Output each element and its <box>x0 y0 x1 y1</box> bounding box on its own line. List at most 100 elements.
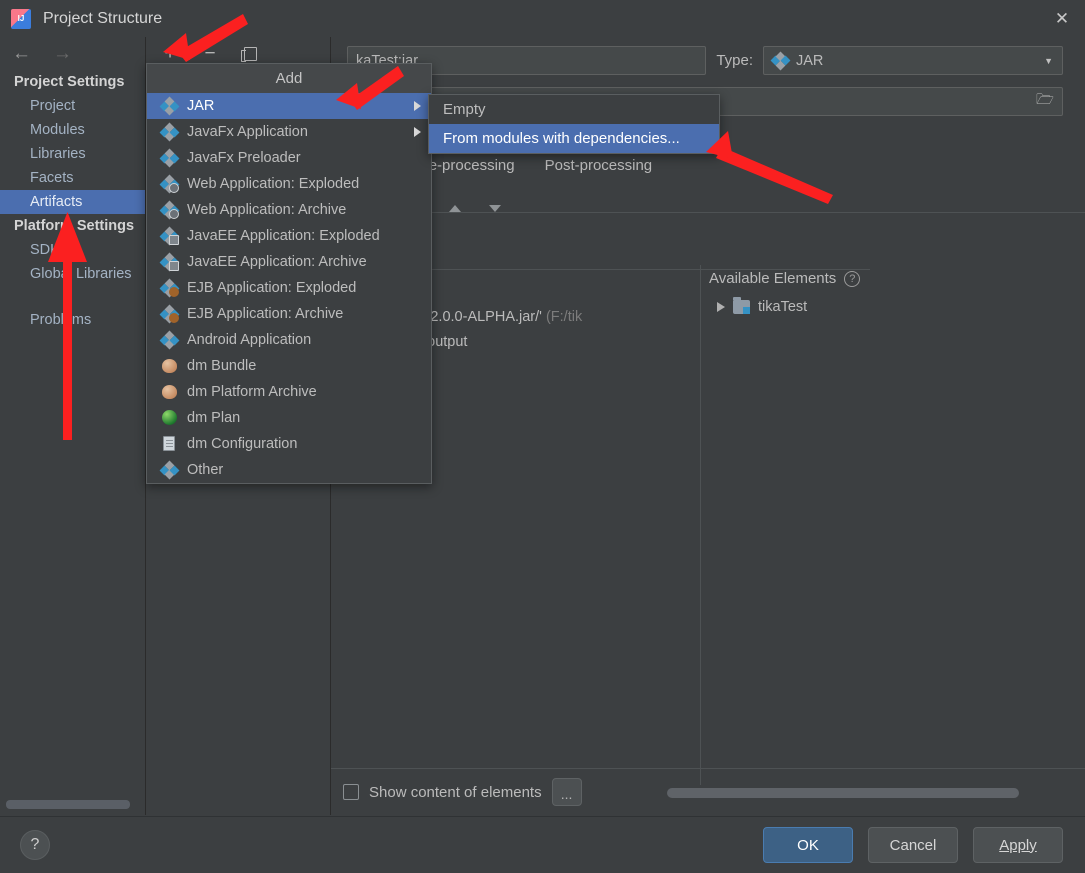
sidebar-group-platform-settings: Platform Settings <box>14 218 135 234</box>
close-icon[interactable]: ✕ <box>1039 0 1085 37</box>
move-up-button[interactable] <box>442 196 468 220</box>
intellij-idea-icon <box>11 8 31 29</box>
menu-item-label: Other <box>187 462 224 478</box>
apply-button[interactable]: Apply <box>973 827 1063 863</box>
menu-item-web-application-archive[interactable]: Web Application: Archive <box>147 197 431 223</box>
bean-icon <box>161 358 178 374</box>
add-artifact-menu: Add JAR JavaFx Application JavaFx Preloa… <box>146 63 432 484</box>
cancel-button[interactable]: Cancel <box>868 827 958 863</box>
jar-icon <box>159 460 180 480</box>
show-content-checkbox[interactable] <box>343 784 359 800</box>
chevron-right-icon[interactable] <box>717 302 725 312</box>
move-up-icon <box>449 204 461 212</box>
sidebar-item-sdks[interactable]: SDKs <box>0 238 145 262</box>
folder-browse-icon[interactable]: 🗁 <box>1036 89 1054 114</box>
menu-item-label: Web Application: Archive <box>187 202 347 218</box>
remove-artifact-button[interactable]: − <box>200 44 220 64</box>
artifact-type-select[interactable]: JAR ▼ <box>763 46 1063 75</box>
move-down-button[interactable] <box>482 196 508 220</box>
bean-icon <box>161 384 178 400</box>
menu-item-ejb-application-archive[interactable]: EJB Application: Archive <box>147 301 431 327</box>
submenu-item-empty[interactable]: Empty <box>429 95 719 124</box>
window-title: Project Structure <box>43 9 163 27</box>
menu-item-label: JavaEE Application: Exploded <box>187 228 380 244</box>
available-elements-label: Available Elements <box>709 270 837 287</box>
tree-row-path: (F:/tik <box>545 309 583 325</box>
add-menu-title: Add <box>147 64 431 93</box>
module-folder-icon <box>733 297 750 314</box>
javaee-icon <box>159 252 180 272</box>
sidebar-item-project[interactable]: Project <box>0 94 145 118</box>
jar-icon <box>770 51 791 70</box>
menu-item-label: dm Platform Archive <box>187 384 317 400</box>
menu-item-javafx-preloader[interactable]: JavaFx Preloader <box>147 145 431 171</box>
menu-item-dm-plan[interactable]: dm Plan <box>147 405 431 431</box>
show-content-row: Show content of elements ... <box>331 768 1085 815</box>
help-button[interactable]: ? <box>20 830 50 860</box>
menu-item-ejb-application-exploded[interactable]: EJB Application: Exploded <box>147 275 431 301</box>
jar-icon <box>159 96 180 116</box>
menu-item-label: Android Application <box>187 332 312 348</box>
sidebar-item-modules[interactable]: Modules <box>0 118 145 142</box>
menu-item-label: dm Bundle <box>187 358 257 374</box>
detail-tabs: ayout Pre-processing Post-processing <box>347 157 1085 185</box>
back-icon[interactable]: ← <box>12 44 31 63</box>
dialog-footer: ? OK Cancel Apply <box>0 816 1085 873</box>
sidebar-item-problems[interactable]: Problems <box>0 308 145 332</box>
menu-item-label: EJB Application: Exploded <box>187 280 357 296</box>
menu-item-label: JavaFx Preloader <box>187 150 301 166</box>
menu-item-jar[interactable]: JAR <box>147 93 431 119</box>
forward-icon[interactable]: → <box>53 44 72 63</box>
navigation-arrows: ← → <box>0 37 145 70</box>
web-icon <box>159 174 180 194</box>
jar-submenu: Empty From modules with dependencies... <box>428 94 720 154</box>
copy-icon <box>240 46 257 62</box>
copy-artifact-button[interactable] <box>240 44 260 64</box>
menu-item-javafx-application[interactable]: JavaFx Application <box>147 119 431 145</box>
available-element-node[interactable]: tikaTest <box>717 297 808 315</box>
ejb-icon <box>159 278 180 298</box>
menu-item-label: dm Configuration <box>187 436 298 452</box>
title-bar: Project Structure ✕ <box>0 0 1085 37</box>
chevron-down-icon: ▼ <box>1044 55 1053 66</box>
layout-toolbar: − ↓az <box>347 195 1085 221</box>
available-elements-divider <box>700 265 701 785</box>
menu-item-javaee-application-exploded[interactable]: JavaEE Application: Exploded <box>147 223 431 249</box>
settings-sidebar: ← → Project Settings Project Modules Lib… <box>0 37 146 815</box>
menu-item-label: Web Application: Exploded <box>187 176 360 192</box>
menu-item-dm-configuration[interactable]: dm Configuration <box>147 431 431 457</box>
menu-item-dm-bundle[interactable]: dm Bundle <box>147 353 431 379</box>
web-icon <box>159 200 180 220</box>
tab-post-processing[interactable]: Post-processing <box>545 157 653 185</box>
ok-button[interactable]: OK <box>763 827 853 863</box>
add-artifact-button[interactable]: + <box>160 44 180 64</box>
ejb-icon <box>159 304 180 324</box>
move-down-icon <box>489 204 501 212</box>
sidebar-item-artifacts[interactable]: Artifacts <box>0 190 145 214</box>
sidebar-horizontal-scrollbar[interactable] <box>6 800 130 809</box>
jar-icon <box>159 330 180 350</box>
menu-item-dm-platform-archive[interactable]: dm Platform Archive <box>147 379 431 405</box>
show-content-options-button[interactable]: ... <box>551 778 582 806</box>
available-elements-header: Available Elements ? <box>709 270 861 287</box>
help-icon[interactable]: ? <box>844 270 861 287</box>
apply-button-label: Apply <box>999 836 1037 854</box>
menu-item-javaee-application-archive[interactable]: JavaEE Application: Archive <box>147 249 431 275</box>
menu-item-label: JAR <box>187 98 215 114</box>
sidebar-item-facets[interactable]: Facets <box>0 166 145 190</box>
javaee-icon <box>159 226 180 246</box>
menu-item-label: JavaFx Application <box>187 124 308 140</box>
sidebar-item-global-libraries[interactable]: Global Libraries <box>0 262 145 286</box>
footer-buttons: OK Cancel Apply <box>763 827 1063 863</box>
sidebar-item-libraries[interactable]: Libraries <box>0 142 145 166</box>
submenu-item-from-modules-with-dependencies[interactable]: From modules with dependencies... <box>429 124 719 153</box>
artifact-name-row: kaTest:jar Type: JAR ▼ <box>347 44 1063 77</box>
globe-icon <box>161 410 178 426</box>
menu-item-other[interactable]: Other <box>147 457 431 483</box>
menu-item-web-application-exploded[interactable]: Web Application: Exploded <box>147 171 431 197</box>
menu-item-android-application[interactable]: Android Application <box>147 327 431 353</box>
sidebar-group-project-settings: Project Settings <box>14 74 125 90</box>
available-element-label: tikaTest <box>758 299 808 315</box>
project-structure-dialog: Project Structure ✕ ← → Project Settings… <box>0 0 1085 873</box>
